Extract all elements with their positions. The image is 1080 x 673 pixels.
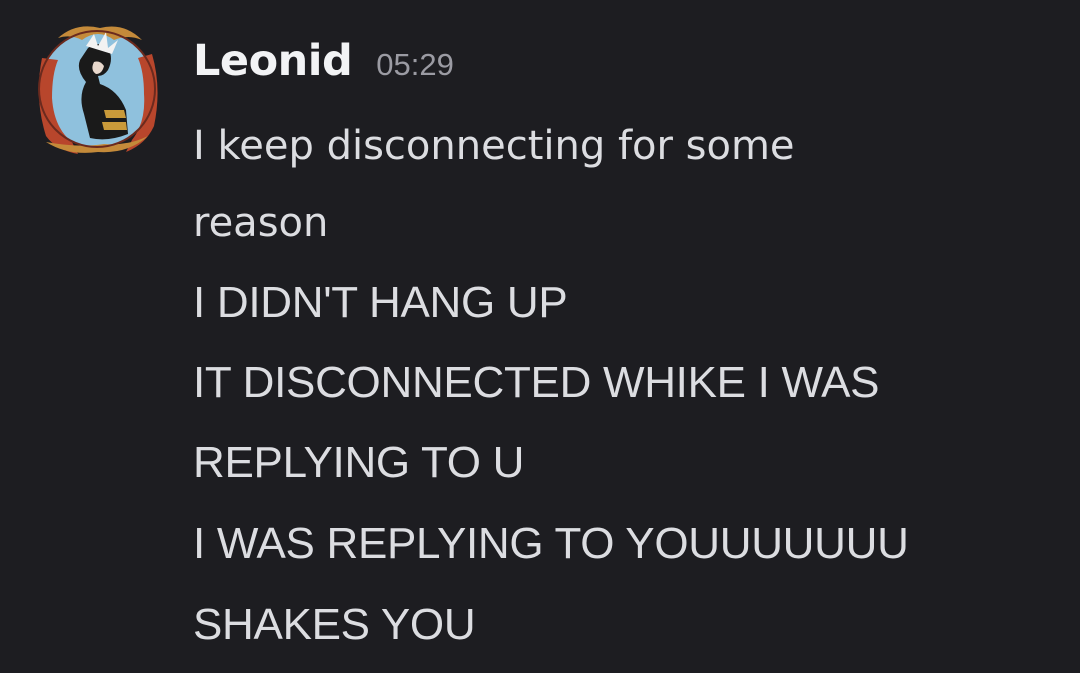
timestamp[interactable]: 05:29 [376,47,454,83]
message-line: reason [193,200,329,246]
message-header: Leonid 05:29 [193,36,454,86]
message-line: IT DISCONNECTED WHIKE I WAS REPLYING TO … [193,358,880,487]
message-line: I DIDN'T HANG UP [193,278,568,327]
avatar-image [38,26,158,154]
message-line: I keep disconnecting for some [193,123,795,169]
message-body: I keep disconnecting for some reason I D… [193,108,1053,665]
message-line: SHAKES YOU [193,600,476,649]
username[interactable]: Leonid [193,36,353,86]
message-line: I WAS REPLYING TO YOUUUUUUU [193,519,909,568]
chat-message: Leonid 05:29 I keep disconnecting for so… [0,0,1080,673]
user-avatar[interactable] [28,18,166,156]
